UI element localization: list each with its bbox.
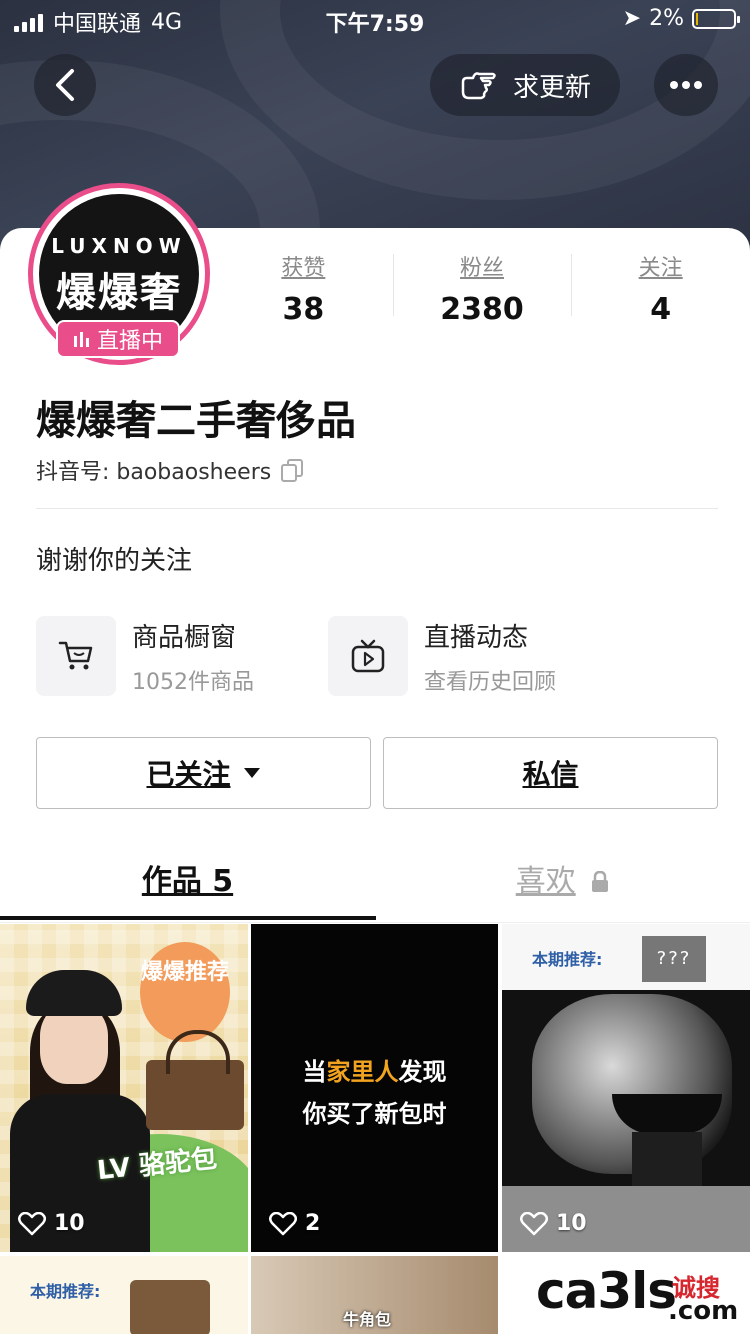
douyin-id: 抖音号: baobaosheers bbox=[36, 454, 304, 486]
divider bbox=[36, 508, 718, 509]
video-likes: 10 bbox=[18, 1211, 85, 1236]
profile-stats: 获赞 38 粉丝 2380 关注 4 bbox=[214, 250, 750, 330]
message-button[interactable]: 私信 bbox=[383, 737, 718, 809]
tab-likes[interactable]: 喜欢 bbox=[375, 845, 750, 921]
shop-window-entry[interactable]: 商品橱窗 1052件商品 bbox=[36, 616, 254, 696]
watermark-logo: ca3ls 诚搜 .com bbox=[536, 1262, 746, 1328]
pointing-hand-icon bbox=[461, 72, 496, 100]
followed-label: 已关注 bbox=[146, 758, 231, 791]
more-options-button[interactable] bbox=[654, 54, 718, 116]
recommend-label: 本期推荐: bbox=[532, 950, 603, 969]
video-tag: 牛角包 bbox=[343, 1310, 392, 1329]
battery-percent: 2% bbox=[649, 6, 684, 31]
watermark-com: .com bbox=[668, 1296, 739, 1326]
profile-bio: 谢谢你的关注 bbox=[36, 546, 193, 576]
message-label: 私信 bbox=[522, 758, 579, 791]
douyin-id-label: 抖音号: baobaosheers bbox=[36, 460, 272, 485]
heart-icon bbox=[18, 1211, 46, 1235]
heart-icon bbox=[269, 1211, 297, 1235]
heart-icon bbox=[520, 1211, 548, 1235]
tv-play-icon bbox=[328, 616, 408, 696]
person-image bbox=[10, 964, 150, 1252]
video-caption-line2: 你买了新包时 bbox=[302, 1100, 447, 1128]
video-thumbnail[interactable]: 本期推荐: ??? 10 bbox=[502, 924, 750, 1252]
live-badge-label: 直播中 bbox=[96, 329, 163, 354]
video-likes: 10 bbox=[520, 1211, 587, 1236]
bag-image bbox=[130, 1280, 210, 1334]
stat-likes-value: 38 bbox=[282, 292, 325, 327]
active-tab-indicator bbox=[0, 916, 376, 920]
recommend-label: 本期推荐: bbox=[30, 1282, 101, 1301]
caret-down-icon bbox=[243, 768, 260, 778]
tab-works[interactable]: 作品 5 bbox=[0, 845, 375, 921]
shop-window-count: 1052件商品 bbox=[132, 669, 254, 695]
lock-icon bbox=[592, 870, 609, 892]
request-update-label: 求更新 bbox=[512, 72, 591, 103]
battery-icon bbox=[692, 8, 740, 29]
shop-window-title: 商品橱窗 bbox=[132, 622, 237, 653]
stat-followers-label: 粉丝 bbox=[460, 256, 505, 281]
status-bar: 中国联通 4G 下午7:59 ➤ 2% bbox=[0, 0, 750, 40]
video-likes-count: 10 bbox=[556, 1211, 587, 1236]
bag-image bbox=[146, 1030, 244, 1130]
request-update-button[interactable]: 求更新 bbox=[430, 54, 620, 116]
tab-works-label: 作品 5 bbox=[141, 864, 234, 899]
video-thumbnail[interactable]: 当家里人发现 你买了新包时 2 bbox=[251, 924, 498, 1252]
stat-following-value: 4 bbox=[650, 292, 672, 327]
location-arrow-icon: ➤ bbox=[622, 6, 642, 31]
avatar-brand: LUXNOW bbox=[51, 234, 187, 258]
stat-followers-value: 2380 bbox=[440, 292, 524, 327]
copy-icon[interactable] bbox=[281, 459, 304, 482]
live-history-title: 直播动态 bbox=[424, 622, 529, 653]
video-likes-count: 2 bbox=[305, 1211, 321, 1236]
live-bars-icon bbox=[73, 332, 89, 347]
video-likes: 2 bbox=[269, 1211, 320, 1236]
recommend-bubble: 爆爆推荐 bbox=[140, 942, 230, 1042]
stat-likes-label: 获赞 bbox=[281, 256, 326, 281]
video-likes-count: 10 bbox=[54, 1211, 85, 1236]
video-thumbnail[interactable]: 本期推荐: bbox=[0, 1256, 248, 1334]
back-button[interactable] bbox=[34, 54, 96, 116]
stat-followers[interactable]: 粉丝 2380 bbox=[392, 250, 572, 330]
live-badge[interactable]: 直播中 bbox=[56, 320, 180, 358]
chevron-left-icon bbox=[56, 69, 74, 101]
video-thumbnail[interactable]: 牛角包 bbox=[251, 1256, 498, 1334]
cart-icon bbox=[36, 616, 116, 696]
watermark-text: ca3ls bbox=[536, 1262, 677, 1320]
stat-following-label: 关注 bbox=[638, 256, 683, 281]
mystery-label: ??? bbox=[642, 936, 706, 982]
video-caption-line1: 当家里人发现 bbox=[302, 1058, 447, 1086]
stat-following[interactable]: 关注 4 bbox=[571, 250, 750, 330]
tab-likes-label: 喜欢 bbox=[515, 864, 576, 899]
more-dots-icon bbox=[670, 81, 702, 89]
stat-likes[interactable]: 获赞 38 bbox=[214, 250, 393, 330]
video-thumbnail[interactable]: 爆爆推荐 LV 骆驼包 10 bbox=[0, 924, 248, 1252]
live-history-subtitle: 查看历史回顾 bbox=[424, 669, 557, 695]
content-tabs: 作品 5 喜欢 bbox=[0, 845, 750, 923]
followed-button[interactable]: 已关注 bbox=[36, 737, 371, 809]
profile-name: 爆爆奢二手奢侈品 bbox=[36, 398, 356, 444]
avatar-brand-cn: 爆爆奢 bbox=[56, 270, 182, 316]
live-history-entry[interactable]: 直播动态 查看历史回顾 bbox=[328, 616, 556, 696]
